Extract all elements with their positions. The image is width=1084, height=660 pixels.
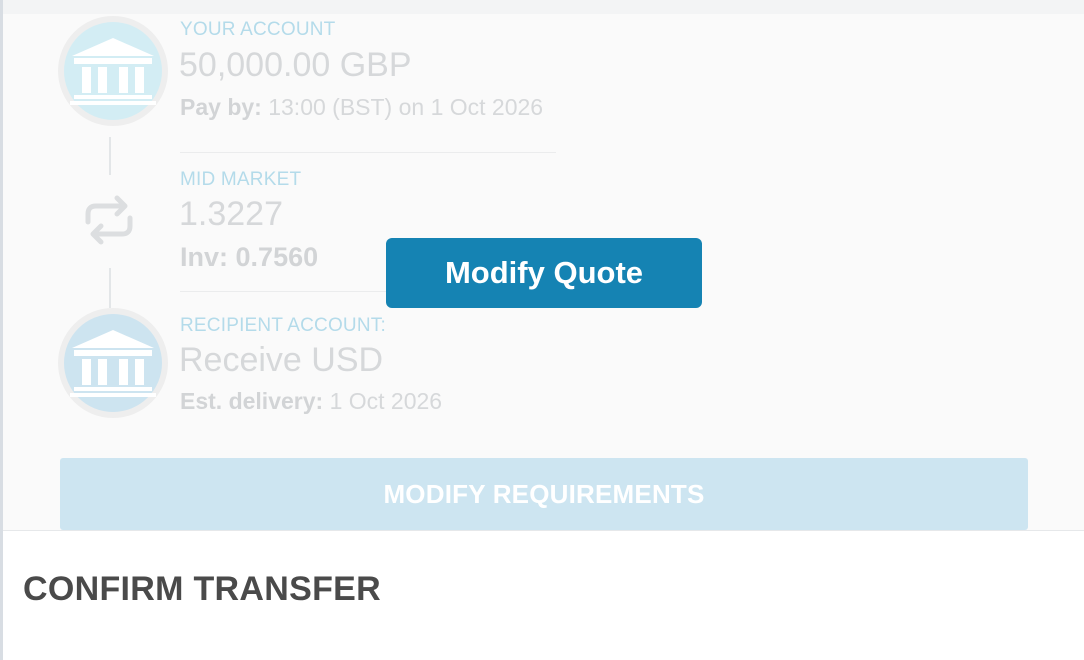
connector-line [109,137,111,175]
connector-line [109,268,111,308]
recipient-account-avatar [58,308,168,418]
inverse-rate-label: Inv: [180,242,229,272]
delivery-label: Est. delivery: [180,388,324,414]
panel-divider [3,530,1084,531]
your-account-label: YOUR ACCOUNT [180,19,336,40]
pay-by-label: Pay by: [180,94,262,120]
inverse-rate-row: Inv: 0.7560 [180,242,318,273]
your-account-avatar-inner [64,22,162,120]
modify-requirements-button[interactable]: MODIFY REQUIREMENTS [60,458,1028,530]
your-account-amount: 50,000.00 GBP [179,46,412,84]
bank-icon [70,330,156,397]
bank-icon [70,38,156,105]
inverse-rate-value: 0.7560 [235,242,319,272]
delivery-value: 1 Oct 2026 [329,388,443,414]
recipient-account-amount: Receive USD [179,341,384,379]
delivery-row: Est. delivery: 1 Oct 2026 [180,388,442,415]
pay-by-value: 13:00 (BST) on 1 Oct 2026 [268,94,544,120]
your-account-avatar [58,16,168,126]
modify-quote-button[interactable]: Modify Quote [386,238,702,308]
mid-market-label: MID MARKET [180,169,302,190]
pay-by-row: Pay by: 13:00 (BST) on 1 Oct 2026 [180,94,543,121]
recipient-account-label: RECIPIENT ACCOUNT: [180,315,386,336]
recipient-account-avatar-inner [64,314,162,412]
top-strip [3,0,1084,14]
confirm-transfer-heading: CONFIRM TRANSFER [23,570,381,608]
separator [180,152,556,153]
swap-icon [85,195,133,245]
mid-market-rate: 1.3227 [179,195,283,233]
